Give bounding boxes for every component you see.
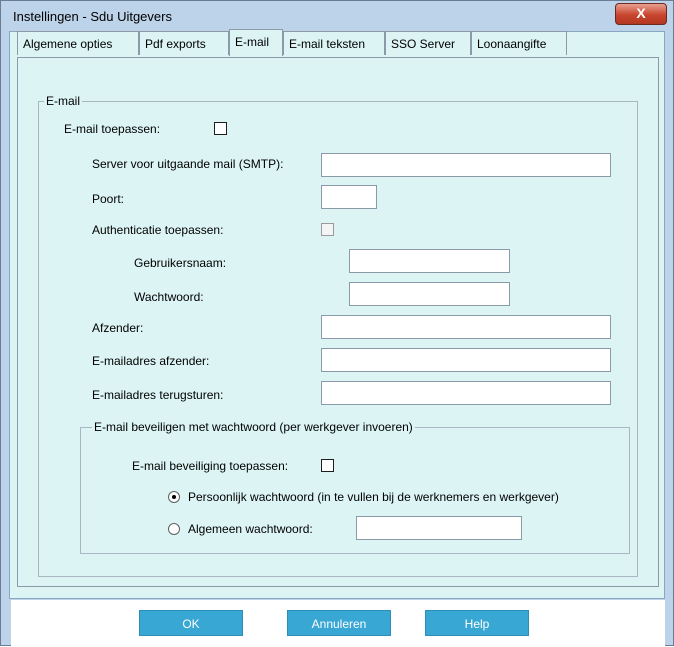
tab-label: E-mail teksten bbox=[289, 37, 366, 51]
settings-dialog: Instellingen - Sdu Uitgevers X Algemene … bbox=[0, 0, 674, 647]
cancel-button[interactable]: Annuleren bbox=[287, 610, 391, 636]
personal-password-label: Persoonlijk wachtwoord (in te vullen bij… bbox=[188, 490, 559, 504]
auth-label: Authenticatie toepassen: bbox=[92, 223, 224, 237]
help-button[interactable]: Help bbox=[425, 610, 529, 636]
general-password-label: Algemeen wachtwoord: bbox=[188, 522, 313, 536]
close-icon: X bbox=[636, 5, 646, 21]
general-password-radio[interactable] bbox=[168, 523, 180, 535]
window-title: Instellingen - Sdu Uitgevers bbox=[13, 9, 172, 24]
radio-selected-dot bbox=[172, 495, 176, 499]
sender-address-input[interactable] bbox=[321, 348, 611, 372]
general-password-input[interactable] bbox=[356, 516, 522, 540]
cancel-button-label: Annuleren bbox=[311, 617, 367, 631]
tab-label: Loonaangifte bbox=[477, 37, 547, 51]
tab-sso-server[interactable]: SSO Server bbox=[385, 31, 471, 55]
tab-label: Pdf exports bbox=[145, 37, 206, 51]
email-security-legend: E-mail beveiligen met wachtwoord (per we… bbox=[92, 420, 415, 434]
port-label: Poort: bbox=[92, 192, 125, 206]
username-input[interactable] bbox=[349, 249, 510, 273]
smtp-input[interactable] bbox=[321, 153, 611, 177]
tab-panel-e-mail: E-mail E-mail toepassen: Server voor uit… bbox=[17, 57, 659, 587]
button-bar: OK Annuleren Help bbox=[11, 600, 665, 647]
sender-label: Afzender: bbox=[92, 321, 144, 335]
email-apply-checkbox[interactable] bbox=[214, 122, 227, 135]
port-input[interactable] bbox=[321, 185, 377, 209]
smtp-label: Server voor uitgaande mail (SMTP): bbox=[92, 157, 284, 171]
email-group-legend: E-mail bbox=[44, 94, 83, 108]
tab-label: SSO Server bbox=[391, 37, 456, 51]
password-input[interactable] bbox=[349, 282, 510, 306]
ok-button[interactable]: OK bbox=[139, 610, 243, 636]
ok-button-label: OK bbox=[182, 617, 200, 631]
tab-label: Algemene opties bbox=[23, 37, 113, 51]
sender-address-label: E-mailadres afzender: bbox=[92, 354, 210, 368]
email-apply-label: E-mail toepassen: bbox=[64, 122, 161, 136]
security-apply-label: E-mail beveiliging toepassen: bbox=[132, 459, 289, 473]
tab-label: E-mail bbox=[235, 35, 270, 49]
tab-loonaangifte[interactable]: Loonaangifte bbox=[471, 31, 567, 55]
close-button[interactable]: X bbox=[615, 3, 667, 25]
help-button-label: Help bbox=[464, 617, 490, 631]
username-label: Gebruikersnaam: bbox=[134, 256, 227, 270]
security-apply-checkbox[interactable] bbox=[321, 459, 334, 472]
tab-e-mail[interactable]: E-mail bbox=[229, 29, 283, 56]
auth-checkbox[interactable] bbox=[321, 223, 334, 236]
tab-e-mail-teksten[interactable]: E-mail teksten bbox=[283, 31, 385, 55]
tab-algemene-opties[interactable]: Algemene opties bbox=[17, 31, 139, 55]
return-address-input[interactable] bbox=[321, 381, 611, 405]
title-bar: Instellingen - Sdu Uitgevers X bbox=[1, 1, 673, 31]
tab-pdf-exports[interactable]: Pdf exports bbox=[139, 31, 229, 55]
sender-input[interactable] bbox=[321, 315, 611, 339]
personal-password-radio[interactable] bbox=[168, 491, 180, 503]
return-address-label: E-mailadres terugsturen: bbox=[92, 388, 224, 402]
password-label: Wachtwoord: bbox=[134, 290, 204, 304]
